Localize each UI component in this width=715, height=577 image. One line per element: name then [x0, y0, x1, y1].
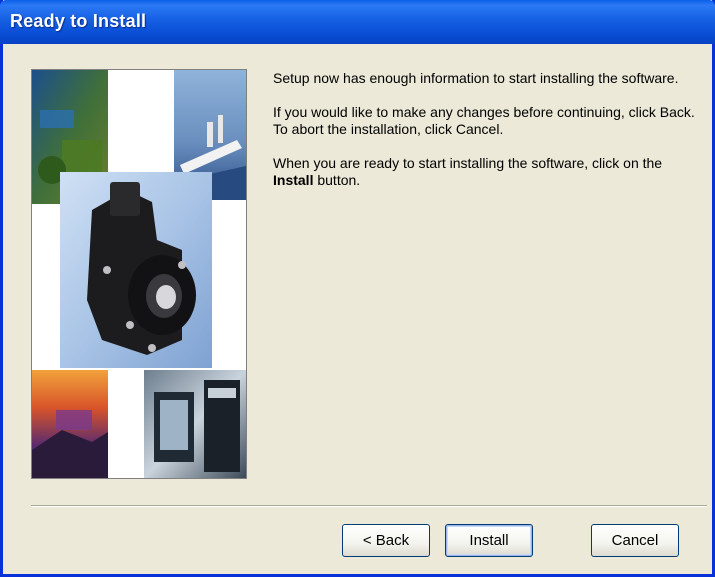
window-title: Ready to Install — [10, 11, 147, 31]
button-separator — [31, 505, 707, 507]
install-info-text: Setup now has enough information to star… — [273, 70, 703, 206]
back-button[interactable]: < Back — [342, 524, 430, 557]
info-paragraph-3-suffix: button. — [313, 172, 361, 188]
install-button[interactable]: Install — [445, 524, 533, 557]
install-keyword: Install — [273, 172, 314, 188]
info-paragraph-1: Setup now has enough information to star… — [273, 70, 679, 86]
encoder-device-photo — [60, 172, 212, 368]
setup-banner-image — [31, 69, 247, 479]
info-paragraph-3: When you are ready to start installing t… — [273, 155, 703, 189]
info-paragraph-3-prefix: When you are ready to start installing t… — [273, 155, 663, 171]
sunset-photo — [32, 370, 108, 478]
machine-photo — [144, 370, 246, 478]
title-bar: Ready to Install — [0, 0, 715, 44]
installer-window: Ready to Install Setup now has enough in… — [0, 0, 715, 577]
cancel-button[interactable]: Cancel — [591, 524, 679, 557]
info-paragraph-2: If you would like to make any changes be… — [273, 104, 695, 137]
